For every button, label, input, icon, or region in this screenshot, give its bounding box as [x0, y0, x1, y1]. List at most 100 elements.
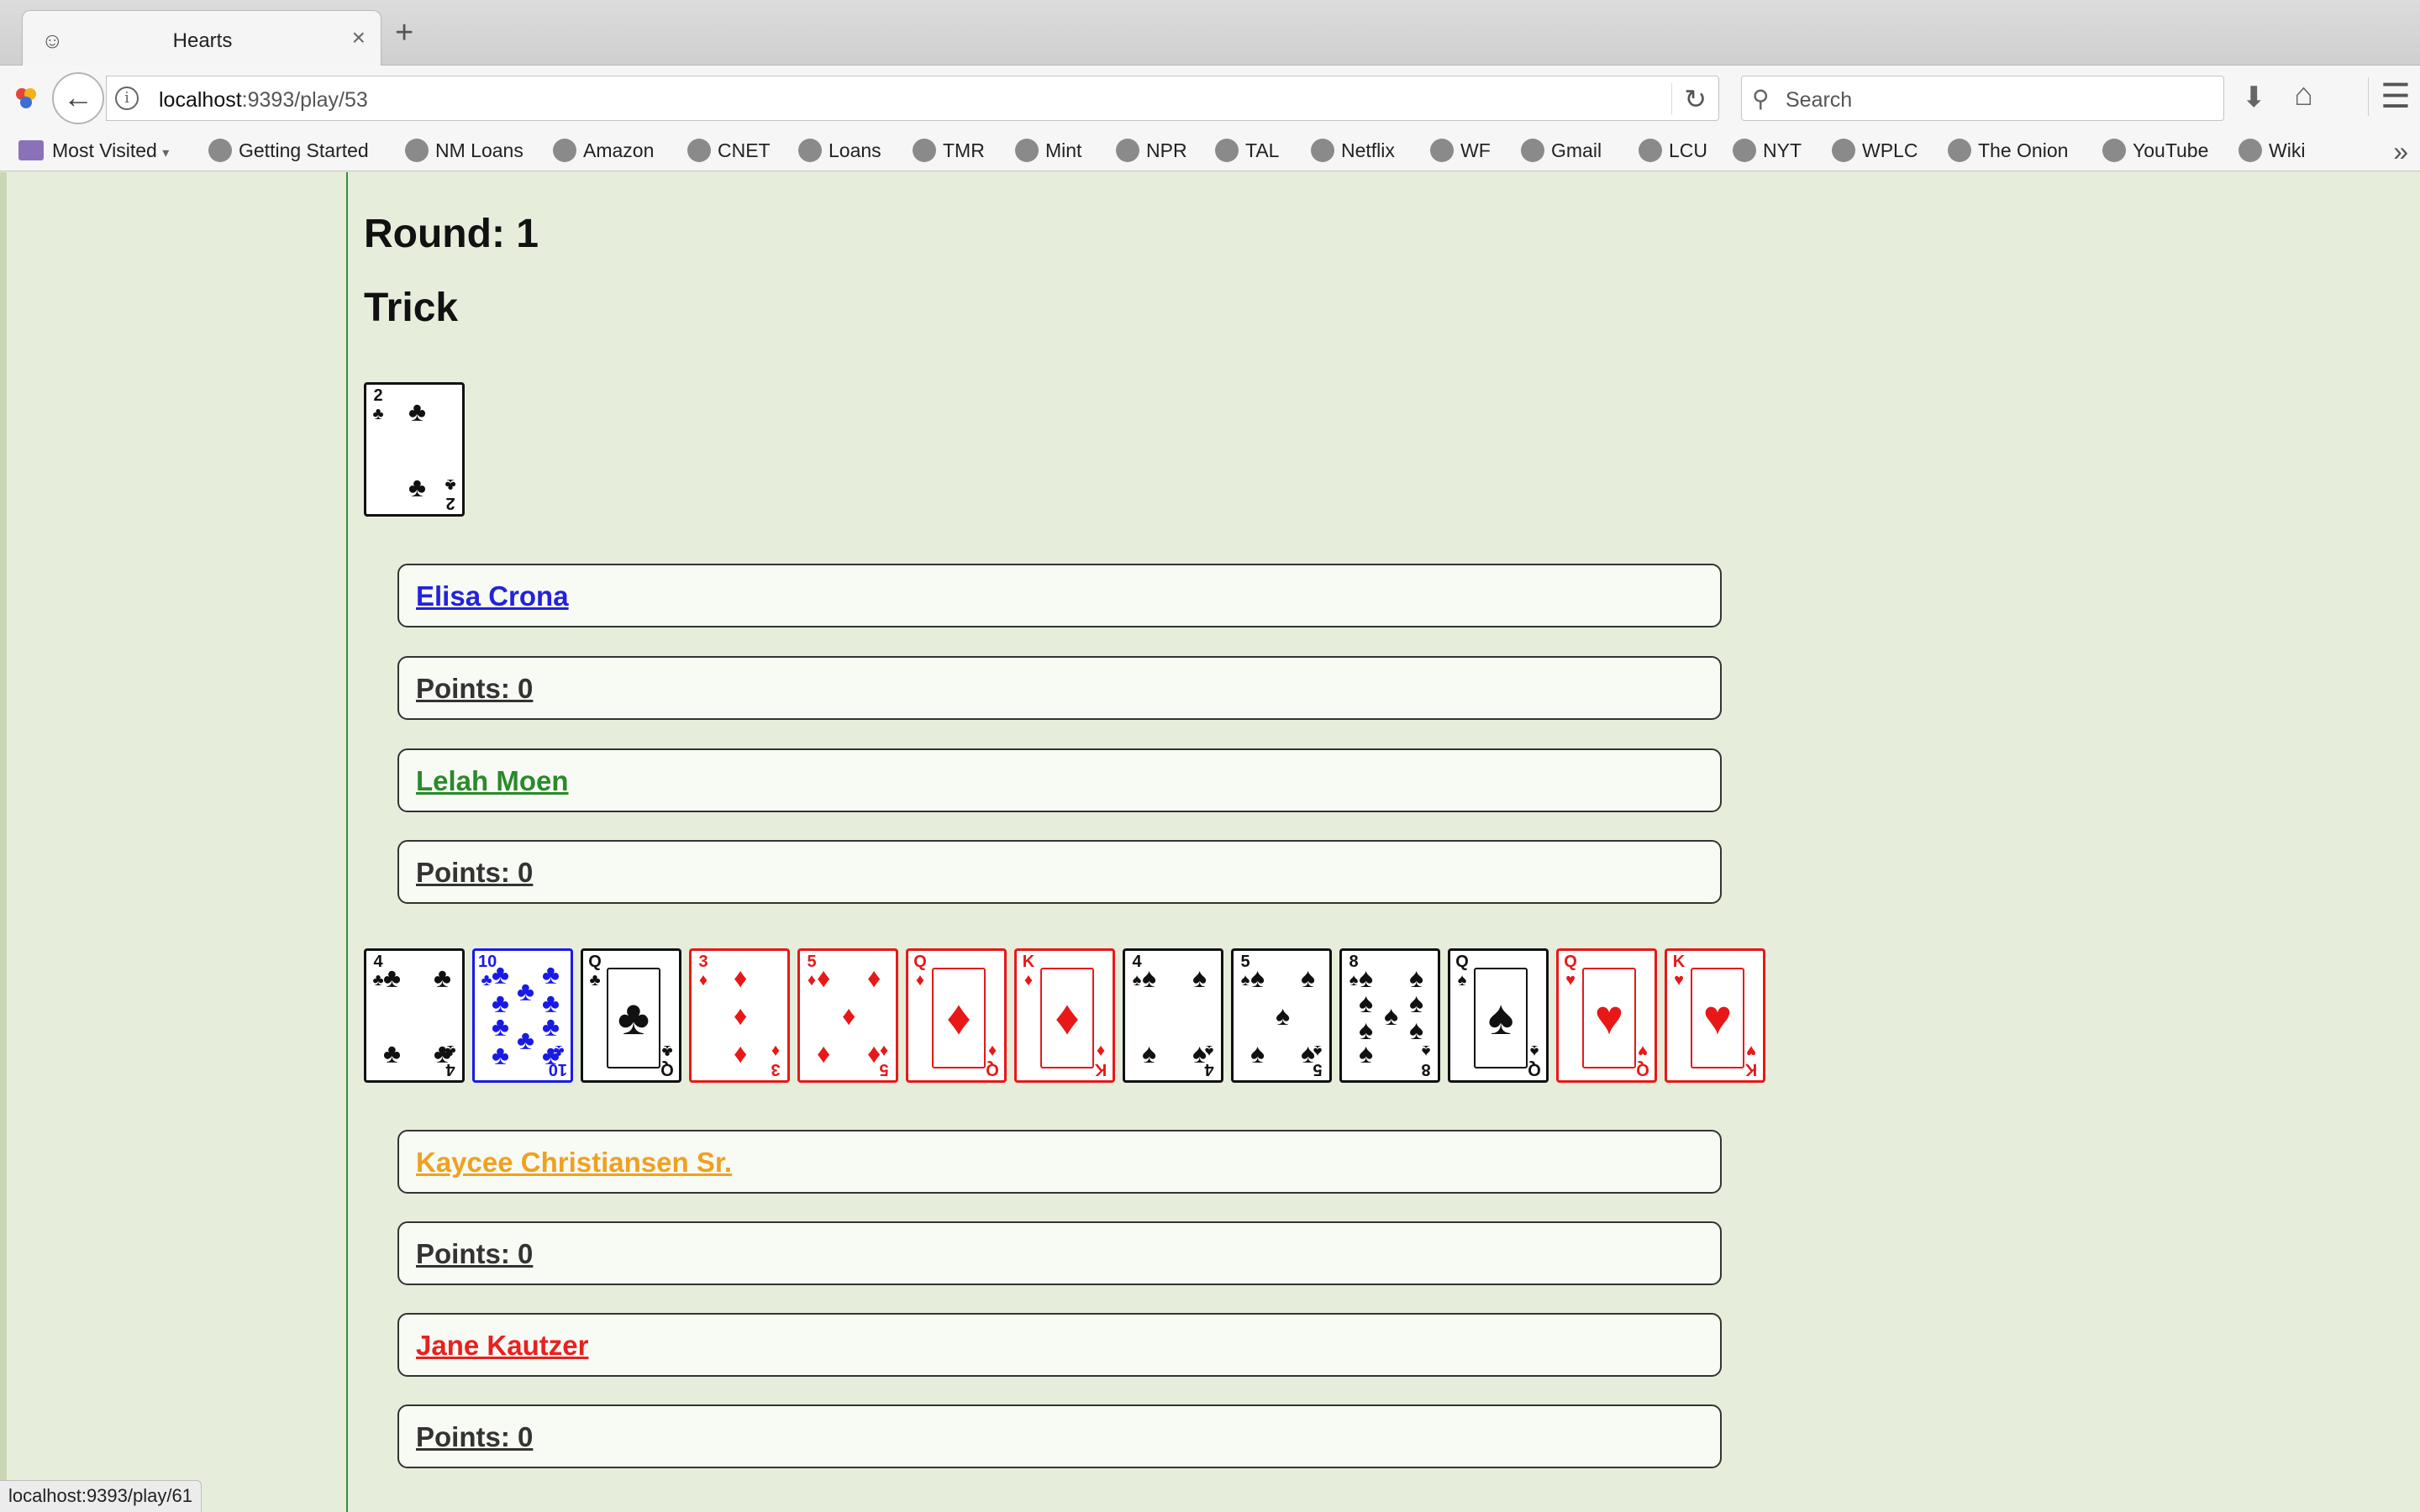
bookmark-wplc[interactable]: WPLC	[1832, 138, 1918, 164]
bookmark-nyt[interactable]: NYT	[1733, 138, 1802, 164]
player-name-panel: Kaycee Christiansen Sr.	[397, 1130, 1722, 1194]
url-bar[interactable]: i localhost:9393/play/53 ↻	[106, 76, 1719, 121]
spade-pip-icon: ♠	[1359, 988, 1373, 1018]
playing-card-q-club[interactable]: Q ♣ Q ♣ ♣	[581, 948, 681, 1083]
bookmark-npr[interactable]: NPR	[1116, 138, 1187, 164]
bookmark-tmr[interactable]: TMR	[913, 138, 985, 164]
playing-card-2-club[interactable]: 2 ♣ 2 ♣ ♣ ♣	[364, 382, 465, 517]
bookmark-lcu[interactable]: LCU	[1639, 138, 1708, 164]
club-pip-icon: ♣	[492, 1011, 509, 1042]
globe-icon	[208, 138, 232, 162]
globe-icon	[405, 138, 429, 162]
player-points-link[interactable]: Points: 0	[416, 857, 533, 889]
url-text[interactable]: localhost:9393/play/53	[159, 88, 368, 113]
bookmark-amazon[interactable]: Amazon	[553, 138, 655, 164]
player-link-elisa-crona[interactable]: Elisa Crona	[416, 580, 569, 612]
trick-heading: Trick	[364, 286, 459, 330]
bookmark-wf[interactable]: WF	[1430, 138, 1491, 164]
bookmark-mint[interactable]: Mint	[1015, 138, 1081, 164]
club-pip-icon: ♣	[383, 963, 401, 993]
bookmark-tal[interactable]: TAL	[1215, 138, 1279, 164]
bookmark-gmail[interactable]: Gmail	[1521, 138, 1602, 164]
bookmark-the-onion[interactable]: The Onion	[1948, 138, 2069, 164]
download-icon[interactable]: ⬇	[2242, 81, 2266, 114]
player-name-panel: Elisa Crona	[397, 564, 1722, 627]
bookmarks-overflow-icon[interactable]: »	[2393, 136, 2408, 167]
playing-card-k-diamond[interactable]: K ♦ K ♦ ♦	[1014, 948, 1115, 1083]
bookmark-cnet[interactable]: CNET	[687, 138, 771, 164]
player-link-kaycee-christiansen[interactable]: Kaycee Christiansen Sr.	[416, 1147, 732, 1179]
search-bar[interactable]: ⚲ Search	[1741, 76, 2224, 121]
playing-card-5-spade[interactable]: 5 ♠ 5 ♠ ♠ ♠ ♠ ♠ ♠	[1231, 948, 1332, 1083]
bookmark-wiki[interactable]: Wiki	[2238, 138, 2306, 164]
face-heart-icon: ♥	[1582, 968, 1636, 1068]
bookmark-loans[interactable]: Loans	[798, 138, 881, 164]
card-index-bottom: Q ♥	[1636, 1042, 1649, 1079]
diamond-pip-icon: ♦	[734, 1038, 748, 1068]
face-spade-icon: ♠	[1474, 968, 1528, 1068]
reload-icon[interactable]: ↻	[1671, 83, 1707, 115]
spade-pip-icon: ♠	[1142, 963, 1156, 993]
spade-pip-icon: ♠	[1142, 1038, 1156, 1068]
playing-card-4-spade[interactable]: 4 ♠ 4 ♠ ♠ ♠ ♠ ♠	[1123, 948, 1223, 1083]
globe-icon	[687, 138, 711, 162]
bookmark-getting-started[interactable]: Getting Started	[208, 138, 369, 164]
home-icon[interactable]: ⌂	[2294, 77, 2313, 113]
playing-card-10-club[interactable]: 10 ♣ 10 ♣ ♣ ♣ ♣ ♣ ♣ ♣ ♣ ♣ ♣ ♣	[472, 948, 573, 1083]
card-index-bottom: 8 ♠	[1421, 1042, 1431, 1079]
playing-card-8-spade[interactable]: 8 ♠ 8 ♠ ♠ ♠ ♠ ♠ ♠ ♠ ♠ ♠	[1339, 948, 1440, 1083]
diamond-pip-icon: ♦	[842, 1000, 856, 1031]
playing-card-q-heart[interactable]: Q ♥ Q ♥ ♥	[1556, 948, 1657, 1083]
playing-card-3-diamond[interactable]: 3 ♦ 3 ♦ ♦ ♦ ♦	[689, 948, 790, 1083]
game-page: Round: 1 Trick 2 ♣ 2 ♣ ♣ ♣ Elisa Crona Poin…	[0, 172, 2420, 1512]
card-index-top: Q ♣	[588, 953, 602, 990]
card-index-top: K ♦	[1022, 953, 1035, 990]
player-points-link[interactable]: Points: 0	[416, 1421, 533, 1453]
player-link-jane-kautzer[interactable]: Jane Kautzer	[416, 1330, 588, 1362]
player-points-link[interactable]: Points: 0	[416, 1238, 533, 1270]
back-button[interactable]: ←	[52, 72, 104, 124]
bookmark-label: NYT	[1763, 139, 1802, 161]
face-club-icon: ♣	[607, 968, 660, 1068]
bookmark-label: The Onion	[1978, 139, 2069, 161]
player-points-link[interactable]: Points: 0	[416, 673, 533, 705]
new-tab-button[interactable]: +	[395, 17, 413, 49]
bookmark-label: Amazon	[583, 139, 655, 161]
playing-card-k-heart[interactable]: K ♥ K ♥ ♥	[1665, 948, 1765, 1083]
globe-icon	[1311, 138, 1334, 162]
globe-icon	[1832, 138, 1855, 162]
bookmark-youtube[interactable]: YouTube	[2102, 138, 2209, 164]
playing-card-q-spade[interactable]: Q ♠ Q ♠ ♠	[1448, 948, 1549, 1083]
globe-icon	[1733, 138, 1756, 162]
hamburger-menu-icon[interactable]: ☰	[2368, 77, 2411, 116]
playing-card-q-diamond[interactable]: Q ♦ Q ♦ ♦	[906, 948, 1007, 1083]
bookmark-most-visited[interactable]: Most Visited ▾	[18, 139, 169, 162]
bookmark-label: YouTube	[2133, 139, 2209, 161]
bookmark-label: LCU	[1669, 139, 1708, 161]
globe-icon	[1215, 138, 1239, 162]
search-placeholder: Search	[1786, 88, 1853, 112]
bookmark-label: WF	[1460, 139, 1491, 161]
playing-card-5-diamond[interactable]: 5 ♦ 5 ♦ ♦ ♦ ♦ ♦ ♦	[797, 948, 898, 1083]
spade-pip-icon: ♠	[1250, 963, 1265, 993]
bookmark-label: Getting Started	[239, 139, 369, 161]
club-pip-icon: ♣	[542, 1040, 560, 1070]
globe-icon	[1521, 138, 1544, 162]
bookmark-label: Wiki	[2269, 139, 2306, 161]
bookmark-label: Most Visited	[52, 139, 157, 161]
bookmark-nm-loans[interactable]: NM Loans	[405, 138, 523, 164]
tab-hearts[interactable]: ☺ Hearts ×	[22, 10, 381, 66]
playing-card-4-club[interactable]: 4 ♣ 4 ♣ ♣ ♣ ♣ ♣	[364, 948, 465, 1083]
face-diamond-icon: ♦	[932, 968, 986, 1068]
info-icon[interactable]: i	[115, 87, 139, 110]
club-pip-icon: ♣	[434, 963, 451, 993]
bookmark-netflix[interactable]: Netflix	[1311, 138, 1395, 164]
globe-icon	[798, 138, 822, 162]
diamond-pip-icon: ♦	[867, 1038, 881, 1068]
bookmark-label: Gmail	[1551, 139, 1602, 161]
club-pip-icon: ♣	[408, 472, 426, 502]
close-tab-icon[interactable]: ×	[352, 24, 366, 51]
globe-icon	[1639, 138, 1662, 162]
player-link-lelah-moen[interactable]: Lelah Moen	[416, 765, 569, 797]
spade-pip-icon: ♠	[1409, 1015, 1423, 1045]
